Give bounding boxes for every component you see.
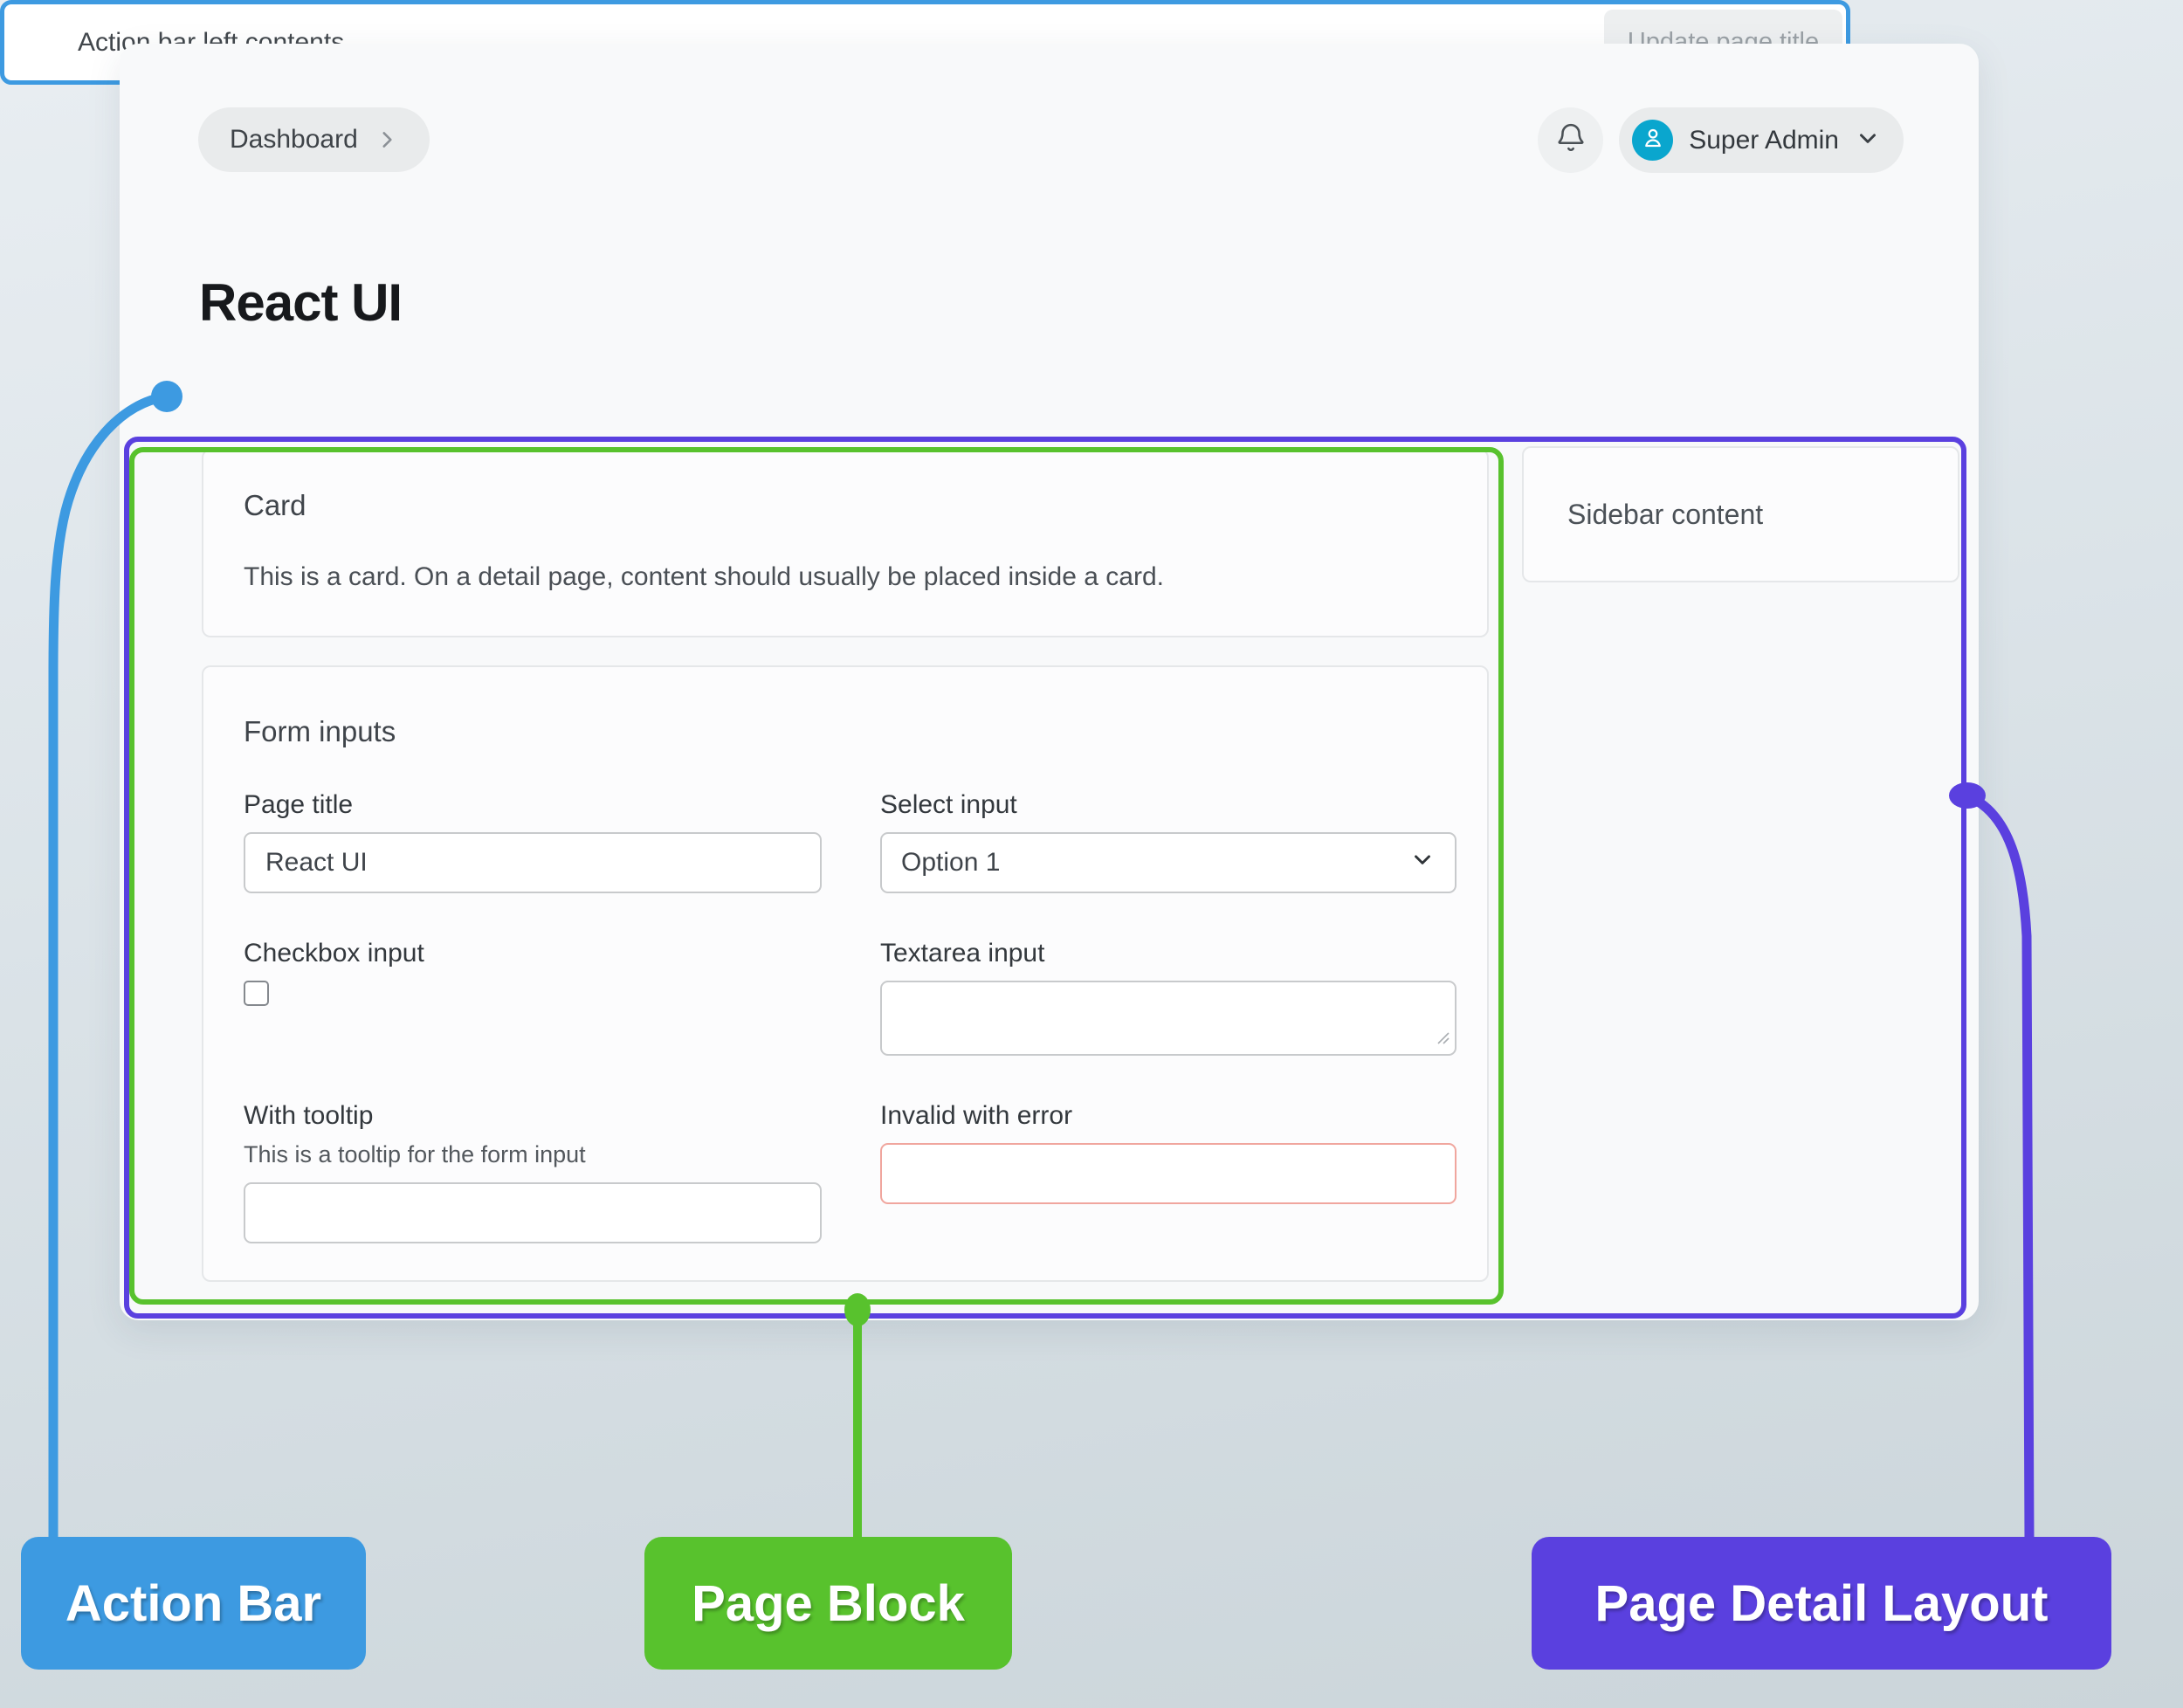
header-actions: Super Admin [1538,107,1904,173]
user-name: Super Admin [1689,126,1839,155]
page-title: React UI [199,272,402,333]
avatar [1632,120,1673,161]
bell-icon [1554,122,1587,158]
user-menu[interactable]: Super Admin [1619,107,1904,173]
breadcrumb[interactable]: Dashboard [198,107,430,172]
page-block-annotation-rect [129,447,1504,1305]
page-block-legend-label: Page Block [644,1537,1012,1670]
person-icon [1640,125,1666,155]
chevron-down-icon [1855,125,1881,155]
notifications-button[interactable] [1538,107,1603,173]
action-bar-legend-label: Action Bar [21,1537,366,1670]
chevron-right-icon [375,128,398,151]
page-block-connector [844,1293,871,1540]
page-detail-layout-legend-label: Page Detail Layout [1532,1537,2111,1670]
breadcrumb-item-dashboard[interactable]: Dashboard [230,125,358,155]
